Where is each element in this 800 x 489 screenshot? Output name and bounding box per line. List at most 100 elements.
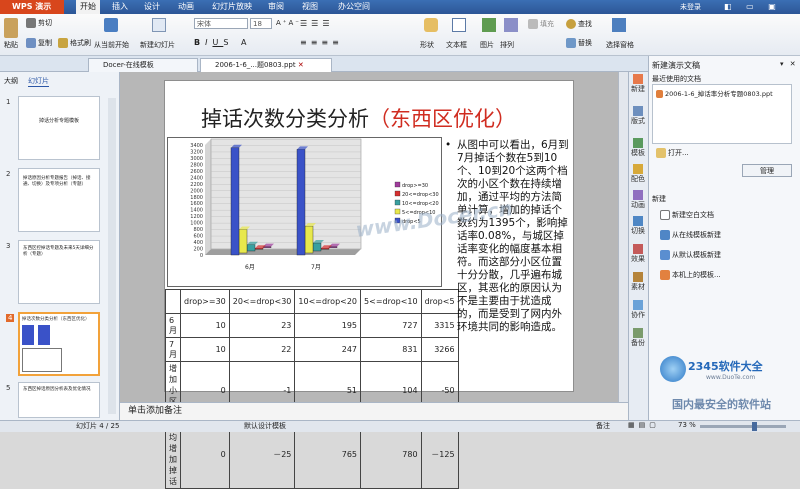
shape-button[interactable]: 形状 [420, 40, 434, 50]
sidebar-colors[interactable]: 配色 [628, 164, 648, 184]
sidebar-template[interactable]: 模板 [628, 138, 648, 158]
font-family-select[interactable]: 宋体 [194, 18, 248, 29]
sidebar-backup[interactable]: 备份 [628, 328, 648, 348]
menu-review[interactable]: 审阅 [268, 0, 284, 14]
menu-office-space[interactable]: 办公空间 [338, 0, 370, 14]
bullet-textbox[interactable]: • 从图中可以看出，6月到7月掉话个数在5到10个、10到20个这两个档次的小区… [445, 139, 571, 334]
tab-slides[interactable]: 幻灯片 [28, 76, 49, 87]
data-table[interactable]: drop>=30 20<=drop<30 10<=drop<20 5<=drop… [165, 289, 459, 489]
new-icon [633, 74, 643, 84]
slide-thumbnail-2[interactable]: 掉话原因分析专题报告（掉话、接通、切换）及专项分析（专题） [18, 168, 100, 232]
paste-button[interactable]: 粘贴 [4, 40, 18, 50]
thumb-text: 东西区控掉话专题及未来5天详细分析（专题） [23, 246, 94, 257]
folder-icon [656, 148, 666, 158]
x-tick-label: 7月 [311, 264, 321, 271]
select-pane-button[interactable]: 选择窗格 [606, 40, 634, 50]
layout-icon [633, 106, 643, 116]
animation-icon [633, 190, 643, 200]
task-pane-title: 新建演示文稿 [652, 61, 700, 70]
collab-icon [633, 300, 643, 310]
view-buttons[interactable]: ▦▤▢ [628, 421, 660, 429]
sidebar-animation[interactable]: 动画 [628, 190, 648, 210]
sidebar-materials[interactable]: 素材 [628, 272, 648, 292]
slide-thumbnail-3[interactable]: 东西区控掉话专题及未来5天详细分析（专题） [18, 240, 100, 304]
canvas-scrollbar[interactable] [618, 72, 628, 402]
wps-app-button[interactable]: WPS 演示 [0, 0, 64, 14]
y-tick-label: 0 [200, 253, 203, 259]
transition-icon [633, 216, 643, 226]
align-buttons[interactable]: ≡≡≡≡ [300, 38, 343, 47]
fill-button[interactable]: 填充 [528, 19, 554, 29]
slide-thumbnail-5[interactable]: 东西区掉话原因分析表及优化情况 [18, 382, 100, 418]
paragraph-buttons[interactable]: ☰☰☰ [300, 19, 334, 28]
sidebar-effects[interactable]: 效果 [628, 244, 648, 264]
sidebar-collab[interactable]: 协作 [628, 300, 648, 320]
new-slide-button[interactable]: 新建幻灯片 [140, 40, 175, 50]
from-current-button[interactable]: 从当前开始 [94, 40, 129, 50]
ppt-file-icon [656, 90, 663, 98]
brush-icon [58, 38, 68, 48]
notes-toggle[interactable]: 备注 [596, 421, 610, 431]
find-button[interactable]: 查找 [566, 19, 592, 29]
sidebar-layout[interactable]: 版式 [628, 106, 648, 126]
thumbs-scrollbar[interactable] [108, 98, 116, 414]
new-from-online-template[interactable]: 从在线模板新建 [660, 230, 721, 240]
sidebar-transition[interactable]: 切换 [628, 216, 648, 236]
cut-button[interactable]: 剪切 [26, 18, 52, 28]
menu-insert[interactable]: 插入 [112, 0, 128, 14]
notes-pane[interactable]: 单击添加备注 [120, 402, 628, 420]
close-icon[interactable]: ✕ [298, 61, 304, 69]
arrange-button[interactable]: 排列 [500, 40, 514, 50]
table-cell: 831 [360, 337, 422, 362]
tab-outline[interactable]: 大纲 [4, 76, 18, 86]
new-blank-doc[interactable]: 新建空白文档 [660, 210, 714, 220]
slide-thumbnail-1[interactable]: 掉话分析专题模板 [18, 96, 100, 160]
slide-title[interactable]: 掉话次数分类分析（东西区优化） [201, 103, 516, 133]
menu-view[interactable]: 视图 [302, 0, 318, 14]
menu-animation[interactable]: 动画 [178, 0, 194, 14]
local-templates[interactable]: 本机上的模板... [660, 270, 721, 280]
font-size-select[interactable]: 18 [250, 18, 272, 29]
font-style-buttons[interactable]: BIUS A [194, 38, 251, 47]
duote-logo-icon [660, 356, 686, 382]
task-pane-controls[interactable]: ▾ ✕ [780, 60, 798, 68]
table-header-cell: 10<=drop<20 [294, 289, 362, 314]
menu-slideshow[interactable]: 幻灯片放映 [212, 0, 252, 14]
table-cell: 22 [228, 337, 296, 362]
table-row: 7月 10 22 247 831 3266 [165, 337, 459, 362]
textbox-button[interactable]: 文本框 [446, 40, 467, 50]
tab-docer-label: Docer-在线模板 [103, 61, 154, 69]
format-painter-button[interactable]: 格式刷 [58, 38, 91, 48]
bar [296, 149, 306, 256]
login-status[interactable]: 未登录 [680, 0, 701, 14]
menu-home[interactable]: 开始 [76, 0, 100, 14]
y-tick-label: 1800 [190, 195, 203, 201]
replace-button[interactable]: 替换 [566, 38, 592, 48]
open-button[interactable]: 打开... [656, 148, 689, 158]
y-tick-label: 400 [193, 240, 203, 246]
slide[interactable]: 掉话次数分类分析（东西区优化） 3400 3200 3000 2800 2600 2400… [164, 80, 574, 489]
slide-thumbnail-4[interactable]: 掉话次数分类分析（东西区优化） [18, 312, 100, 376]
picture-button[interactable]: 图片 [480, 40, 494, 50]
manage-button[interactable]: 管理 [742, 164, 792, 177]
scissors-icon [26, 18, 36, 28]
new-from-default-template[interactable]: 从默认模板新建 [660, 250, 721, 260]
tab-document-label: 2006-1-6_...题0803.ppt [215, 61, 296, 69]
recent-doc-item[interactable]: 2006-1-6_掉话率分析专题0803.ppt [656, 88, 773, 98]
tab-docer[interactable]: Docer-在线模板 [88, 58, 198, 72]
tab-document[interactable]: 2006-1-6_...题0803.ppt ✕ [200, 58, 332, 72]
blank-doc-icon [660, 210, 670, 220]
thumb-chart [22, 325, 62, 345]
zoom-slider-thumb[interactable] [752, 422, 757, 431]
thumb-text: 东西区掉话原因分析表及优化情况 [23, 387, 91, 392]
sidebar-new[interactable]: 新建 [628, 74, 648, 94]
menu-design[interactable]: 设计 [144, 0, 160, 14]
window-controls[interactable]: ◧ ▭ ▣ ✕ [724, 0, 800, 25]
chart-floor [205, 249, 361, 255]
table-cell: 7月 [165, 337, 181, 362]
thumb-text: 掉话原因分析专题报告（掉话、接通、切换）及专项分析（专题） [23, 176, 91, 187]
font-size-buttons[interactable]: A⁺A⁻ [276, 19, 301, 27]
copy-button[interactable]: 复制 [26, 38, 52, 48]
y-tick-label: 2800 [190, 162, 203, 168]
zoom-slider[interactable] [700, 425, 786, 428]
